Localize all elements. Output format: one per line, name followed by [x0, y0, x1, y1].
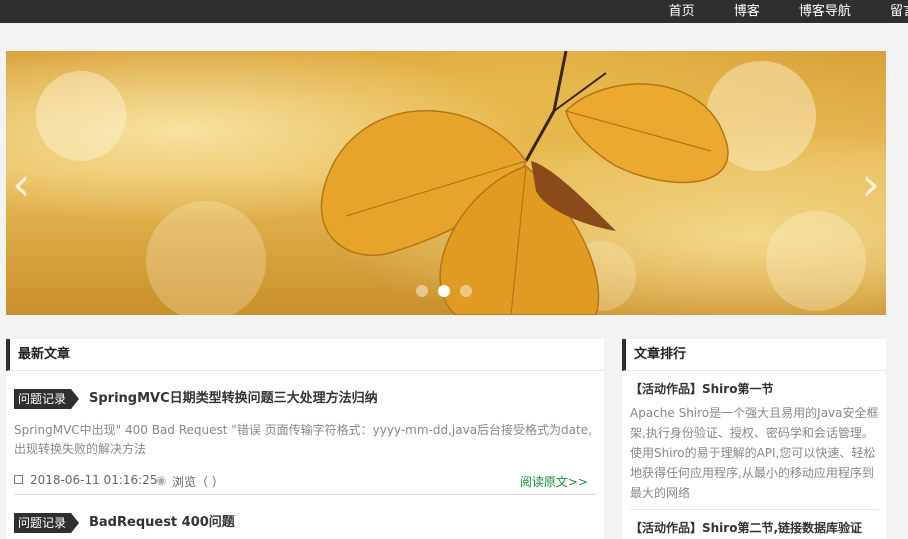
nav-home[interactable]: 首页 — [669, 5, 695, 18]
article-title-link[interactable]: SpringMVC日期类型转换问题三大处理方法归纳 — [89, 389, 378, 409]
autumn-leaves-illustration — [320, 51, 729, 315]
article-item: 问题记录 BadRequest 400问题 — [6, 513, 604, 533]
article-item: 问题记录 SpringMVC日期类型转换问题三大处理方法归纳 SpringMVC… — [6, 389, 604, 495]
article-views: 浏览（ ） — [172, 475, 224, 489]
article-summary: SpringMVC中出现" 400 Bad Request "错误 页面传输字符… — [14, 423, 592, 456]
calendar-icon — [14, 475, 23, 484]
ranking-title-link[interactable]: 【活动作品】Shiro第二节,链接数据库验证 — [630, 520, 878, 536]
latest-articles-panel: 最新文章 问题记录 SpringMVC日期类型转换问题三大处理方法归纳 Spri… — [6, 339, 604, 539]
ranking-item: 【活动作品】Shiro第二节,链接数据库验证 — [622, 520, 886, 536]
carousel-dot[interactable] — [416, 285, 428, 297]
article-date: 2018-06-11 01:16:25 — [30, 473, 158, 487]
top-navbar: 首页 博客 博客导航 留言 — [0, 0, 908, 23]
carousel-next-icon[interactable]: › — [862, 161, 880, 207]
panel-title: 最新文章 — [6, 339, 604, 371]
category-tag[interactable]: 问题记录 — [14, 389, 80, 409]
panel-title: 文章排行 — [622, 339, 886, 371]
main-nav: 首页 博客 博客导航 留言 — [669, 0, 908, 23]
carousel-dot[interactable] — [460, 285, 472, 297]
carousel-indicators — [416, 282, 482, 301]
article-header: 问题记录 SpringMVC日期类型转换问题三大处理方法归纳 — [14, 389, 596, 409]
article-meta: 2018-06-11 01:16:25 ◉ 浏览（ ） 阅读原文>> — [14, 473, 596, 495]
category-tag[interactable]: 问题记录 — [14, 513, 80, 533]
article-title-link[interactable]: BadRequest 400问题 — [89, 513, 235, 533]
carousel-prev-icon[interactable]: ‹ — [12, 161, 30, 207]
nav-blog-directory[interactable]: 博客导航 — [799, 5, 851, 18]
ranking-description: Apache Shiro是一个强大且易用的Java安全框架,执行身份验证、授权、… — [630, 406, 879, 500]
nav-blog[interactable]: 博客 — [734, 5, 760, 18]
nav-guestbook[interactable]: 留言 — [890, 5, 908, 18]
eye-icon: ◉ — [156, 473, 167, 487]
read-more-link[interactable]: 阅读原文>> — [520, 473, 588, 490]
carousel-dot-active[interactable] — [438, 285, 450, 297]
ranking-title-link[interactable]: 【活动作品】Shiro第一节 — [630, 381, 878, 397]
article-ranking-panel: 文章排行 【活动作品】Shiro第一节 Apache Shiro是一个强大且易用… — [622, 339, 886, 539]
divider — [630, 509, 878, 510]
hero-carousel[interactable]: ‹ › — [6, 51, 886, 315]
article-header: 问题记录 BadRequest 400问题 — [14, 513, 596, 533]
ranking-item: 【活动作品】Shiro第一节 Apache Shiro是一个强大且易用的Java… — [622, 381, 886, 510]
